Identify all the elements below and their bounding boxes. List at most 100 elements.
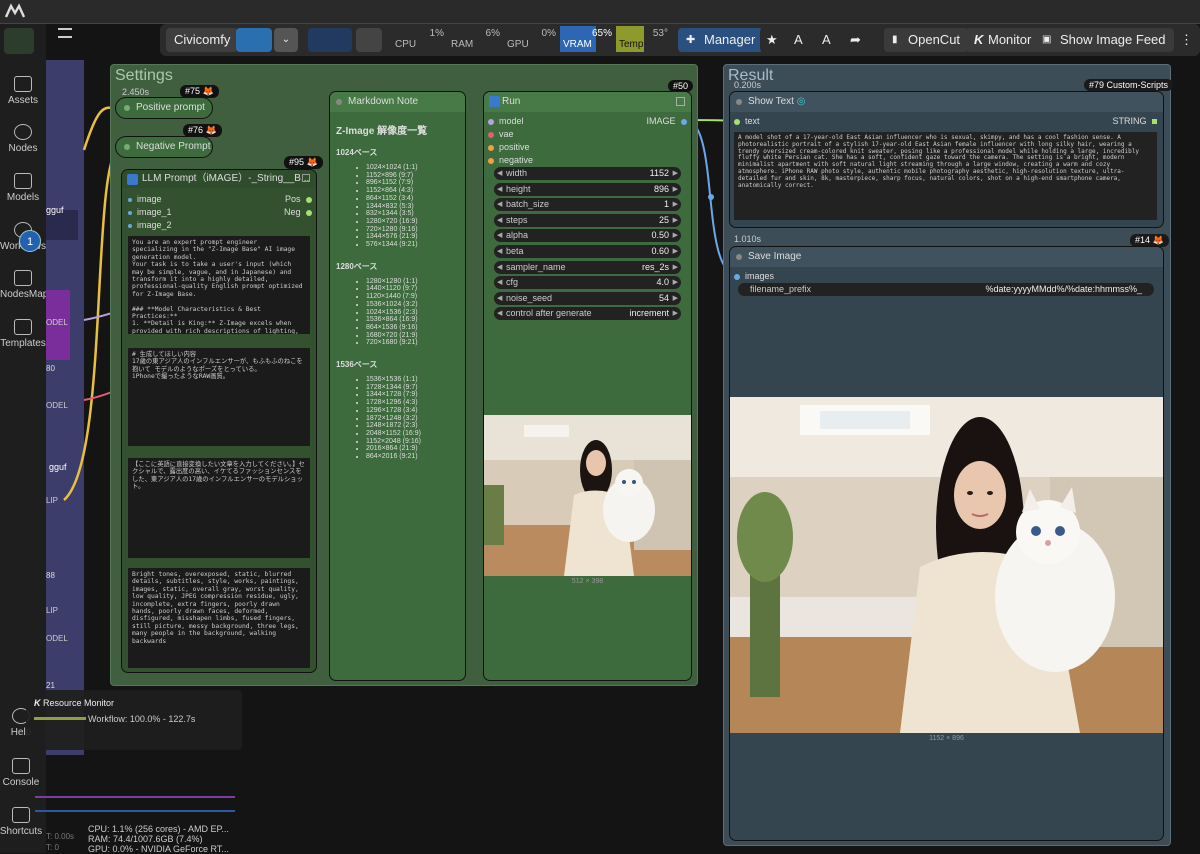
input-slot-image-2[interactable]: image_2 [128,220,172,230]
widget-width[interactable]: ◀ width 1152 ▶ [494,167,681,180]
collapse-dot[interactable] [124,144,130,150]
node-title: Negative Prompt [136,141,211,152]
decrement-arrow-icon[interactable]: ◀ [497,167,502,180]
node-id-badge: #14 🦊 [1130,234,1169,247]
increment-arrow-icon[interactable]: ▶ [673,229,678,242]
node-title: Positive prompt [136,102,205,113]
widget-noise-seed[interactable]: ◀ noise_seed 54 ▶ [494,291,681,305]
decrement-arrow-icon[interactable]: ◀ [497,214,502,227]
resolution-item: 1344×1728 (7:9) [366,391,462,399]
resource-monitor-title: K Resource Monitor [34,698,115,708]
resolution-item: 1872×1248 (3:2) [366,415,462,423]
input-slot-text[interactable]: text [734,116,760,126]
node-id-badge: #95 🦊 [284,156,323,169]
output-slot-string[interactable]: STRING [1112,116,1157,126]
system-prompt-textarea[interactable]: You are an expert prompt engineer specia… [128,236,310,334]
resolution-item: 1024×1024 (1:1) [366,164,462,172]
increment-arrow-icon[interactable]: ▶ [673,183,678,196]
input-slot-image-1[interactable]: image_1 [128,207,172,217]
workflow-progress-bar [34,717,86,720]
output-slot-neg[interactable]: Neg [284,207,312,217]
input-slot-vae[interactable]: vae [488,129,514,139]
input-slot-image[interactable]: image [128,194,162,204]
resolution-item: 896×1152 (7:9) [366,179,462,187]
llm-prompt-node[interactable]: LLM Prompt（iMAGE）-_String__B... image im… [122,170,316,672]
increment-arrow-icon[interactable]: ▶ [673,167,678,180]
save-image-node[interactable]: Save Image images filename_prefix %date:y… [730,247,1163,840]
decrement-arrow-icon[interactable]: ◀ [497,183,502,196]
show-text-timing: 0.200s [734,80,762,90]
output-slot-image[interactable]: IMAGE [646,116,687,126]
widget-beta[interactable]: ◀ beta 0.60 ▶ [494,245,681,258]
increment-arrow-icon[interactable]: ▶ [673,261,678,274]
input-slot-model[interactable]: model [488,116,524,126]
resolution-item: 1152×2048 (9:16) [366,438,462,446]
show-text-output[interactable]: A model shot of a 17-year-old East Asian… [734,132,1157,220]
node-header[interactable]: Save Image [730,247,1163,267]
filename-prefix-field[interactable]: filename_prefix %date:yyyyMMdd%/%date:hhm… [738,283,1154,296]
decrement-arrow-icon[interactable]: ◀ [497,229,502,242]
node-id-badge: #76 🦊 [183,124,222,137]
resolution-item: 1280×1280 (1:1) [366,278,462,286]
input-slot-negative[interactable]: negative [488,155,533,165]
widget-batch-size[interactable]: ◀ batch_size 1 ▶ [494,198,681,212]
custom-node-icon [489,96,500,107]
decrement-arrow-icon[interactable]: ◀ [497,292,502,305]
preview-image[interactable] [484,415,691,576]
output-slot-pos[interactable]: Pos [285,194,312,204]
resolution-item: 1120×1440 (7:9) [366,293,462,301]
node-header[interactable]: Show Text ◎ [730,92,1163,112]
japanese-input-textarea[interactable]: 【ここに英語に直接変換したい文章を入力してください。】セクシャルで、露出度の高い… [128,458,310,558]
user-request-textarea[interactable]: # 生成してほしい内容 17歳の東アジア人のインフルエンサーが、もふもふのねこを… [128,348,310,446]
resolution-item: 2016×864 (21:9) [366,445,462,453]
section-heading: 1024ベース [336,148,378,157]
node-title: LLM Prompt（iMAGE）-_String__B... [142,173,310,184]
resource-monitor-panel[interactable]: K Resource Monitor Workflow: 100.0% - 12… [26,690,242,750]
run-sampler-node[interactable]: Run model vae positive negative IMAGE ◀ w… [484,92,691,680]
saved-image-size-label: 1152 × 896 [929,735,964,742]
input-slot-positive[interactable]: positive [488,142,530,152]
resolution-item: 1280×720 (16:9) [366,218,462,226]
negative-prompt-node[interactable]: Negative Prompt [116,137,212,157]
resolution-item: 720×1280 (9:16) [366,226,462,234]
widget-sampler-name[interactable]: ◀ sampler_name res_2s ▶ [494,260,681,274]
resolution-item: 1344×832 (5:3) [366,203,462,211]
increment-arrow-icon[interactable]: ▶ [673,245,678,258]
custom-scripts-badge: #79 Custom-Scripts [1084,79,1174,91]
increment-arrow-icon[interactable]: ▶ [673,214,678,227]
decrement-arrow-icon[interactable]: ◀ [497,307,502,320]
widget-height[interactable]: ◀ height 896 ▶ [494,182,681,196]
image-preview-toggle-icon[interactable] [676,97,685,106]
widget-control-after-generate[interactable]: ◀ control after generate increment ▶ [494,307,681,321]
widget-steps[interactable]: ◀ steps 25 ▶ [494,213,681,227]
workflow-status: Workflow: 100.0% - 122.7s [88,714,196,724]
cpu-stat: CPU: 1.1% (256 cores) - AMD EP... [88,824,229,834]
collapse-dot[interactable] [124,105,130,111]
node-header[interactable]: LLM Prompt（iMAGE）-_String__B... [122,170,316,188]
resolution-item: 720×1680 (9:21) [366,339,462,347]
decrement-arrow-icon[interactable]: ◀ [497,198,502,211]
expand-icon[interactable] [302,174,310,182]
positive-prompt-node[interactable]: Positive prompt [116,98,212,118]
decrement-arrow-icon[interactable]: ◀ [497,276,502,289]
ram-stat: RAM: 74.4/1007.6GB (7.4%) [88,834,203,844]
increment-arrow-icon[interactable]: ▶ [673,276,678,289]
custom-node-icon: ◎ [796,96,806,107]
widget-alpha[interactable]: ◀ alpha 0.50 ▶ [494,229,681,243]
section-heading: 1536ベース [336,360,378,370]
increment-arrow-icon[interactable]: ▶ [673,292,678,305]
increment-arrow-icon[interactable]: ▶ [673,198,678,211]
markdown-note-node[interactable]: Markdown Note Z-Image 解像度一覧 1024ベース 1024… [330,92,465,680]
resolution-item: 1536×1536 (1:1) [366,376,462,384]
node-header[interactable]: Run [484,92,691,112]
saved-image[interactable] [730,397,1163,733]
widget-cfg[interactable]: ◀ cfg 4.0 ▶ [494,276,681,290]
decrement-arrow-icon[interactable]: ◀ [497,245,502,258]
resolution-item: 1536×864 (16:9) [366,316,462,324]
negative-prompt-textarea[interactable]: Bright tones, overexposed, static, blurr… [128,568,310,668]
show-text-node[interactable]: Show Text ◎ text STRING A model shot of … [730,92,1163,227]
node-header[interactable]: Markdown Note [330,92,465,112]
decrement-arrow-icon[interactable]: ◀ [497,261,502,274]
increment-arrow-icon[interactable]: ▶ [673,307,678,320]
input-slot-images[interactable]: images [734,271,774,281]
